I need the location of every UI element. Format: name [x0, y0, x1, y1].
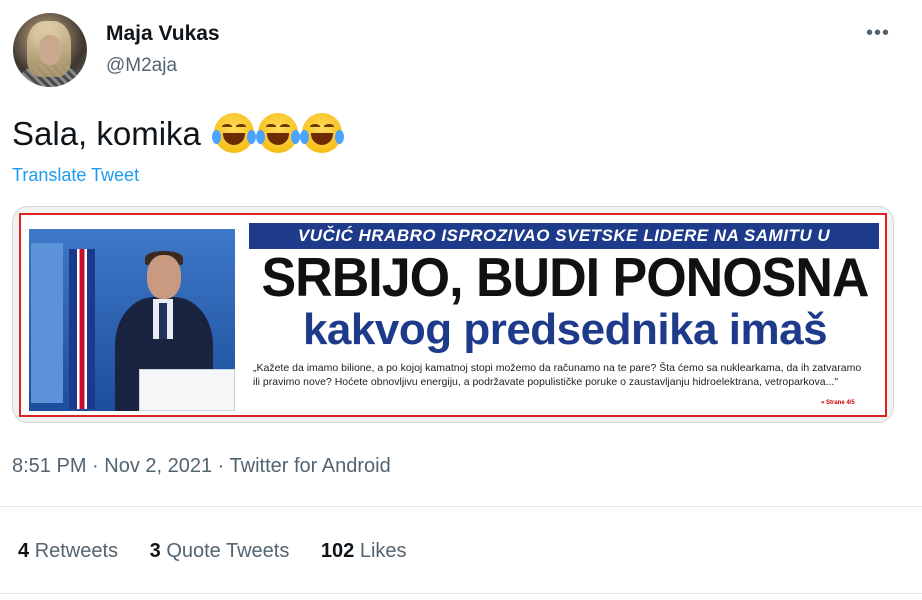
- face-with-tears-of-joy-icon: [256, 113, 301, 153]
- tweet-stats: 4 Retweets 3 Quote Tweets 102 Likes: [18, 540, 433, 563]
- news-kicker: VUČIĆ HRABRO ISPROZIVAO SVETSKE LIDERE N…: [249, 223, 879, 271]
- author-name[interactable]: Maja Vukas: [106, 22, 220, 46]
- retweets-label: Retweets: [34, 540, 119, 562]
- news-subheadline: kakvog predsednika imaš: [302, 305, 828, 354]
- face-with-tears-of-joy-icon: [300, 113, 345, 153]
- quote-tweets-count: 3: [149, 540, 161, 562]
- avatar[interactable]: [13, 13, 87, 87]
- likes-stat[interactable]: 102 Likes: [321, 540, 407, 563]
- news-photo: [29, 229, 235, 411]
- translate-tweet-link[interactable]: Translate Tweet: [12, 165, 139, 186]
- news-headline: SRBIJO, BUDI PONOSNA: [261, 247, 870, 309]
- tweet-body: Sala, komika: [12, 113, 345, 153]
- retweets-count: 4: [18, 540, 30, 562]
- author-handle[interactable]: @M2aja: [106, 55, 177, 77]
- likes-count: 102: [320, 540, 355, 562]
- newspaper-front-page: VUČIĆ HRABRO ISPROZIVAO SVETSKE LIDERE N…: [19, 213, 887, 417]
- news-quote: „Kažete da imamo bilione, a po kojoj kam…: [253, 362, 862, 388]
- tweet-text: Sala, komika: [12, 115, 201, 152]
- divider: [0, 506, 922, 507]
- divider: [0, 593, 922, 594]
- tweet-timestamp[interactable]: 8:51 PM · Nov 2, 2021 · Twitter for Andr…: [12, 455, 391, 478]
- face-with-tears-of-joy-icon: [212, 113, 257, 153]
- likes-label: Likes: [359, 540, 407, 562]
- tweet-media-image[interactable]: VUČIĆ HRABRO ISPROZIVAO SVETSKE LIDERE N…: [12, 206, 894, 423]
- quote-tweets-label: Quote Tweets: [166, 540, 290, 562]
- more-options-icon[interactable]: •••: [866, 22, 890, 45]
- news-page-ref: » Strane 4/5: [821, 400, 855, 406]
- quote-tweets-stat[interactable]: 3 Quote Tweets: [150, 540, 290, 563]
- retweets-stat[interactable]: 4 Retweets: [18, 540, 118, 563]
